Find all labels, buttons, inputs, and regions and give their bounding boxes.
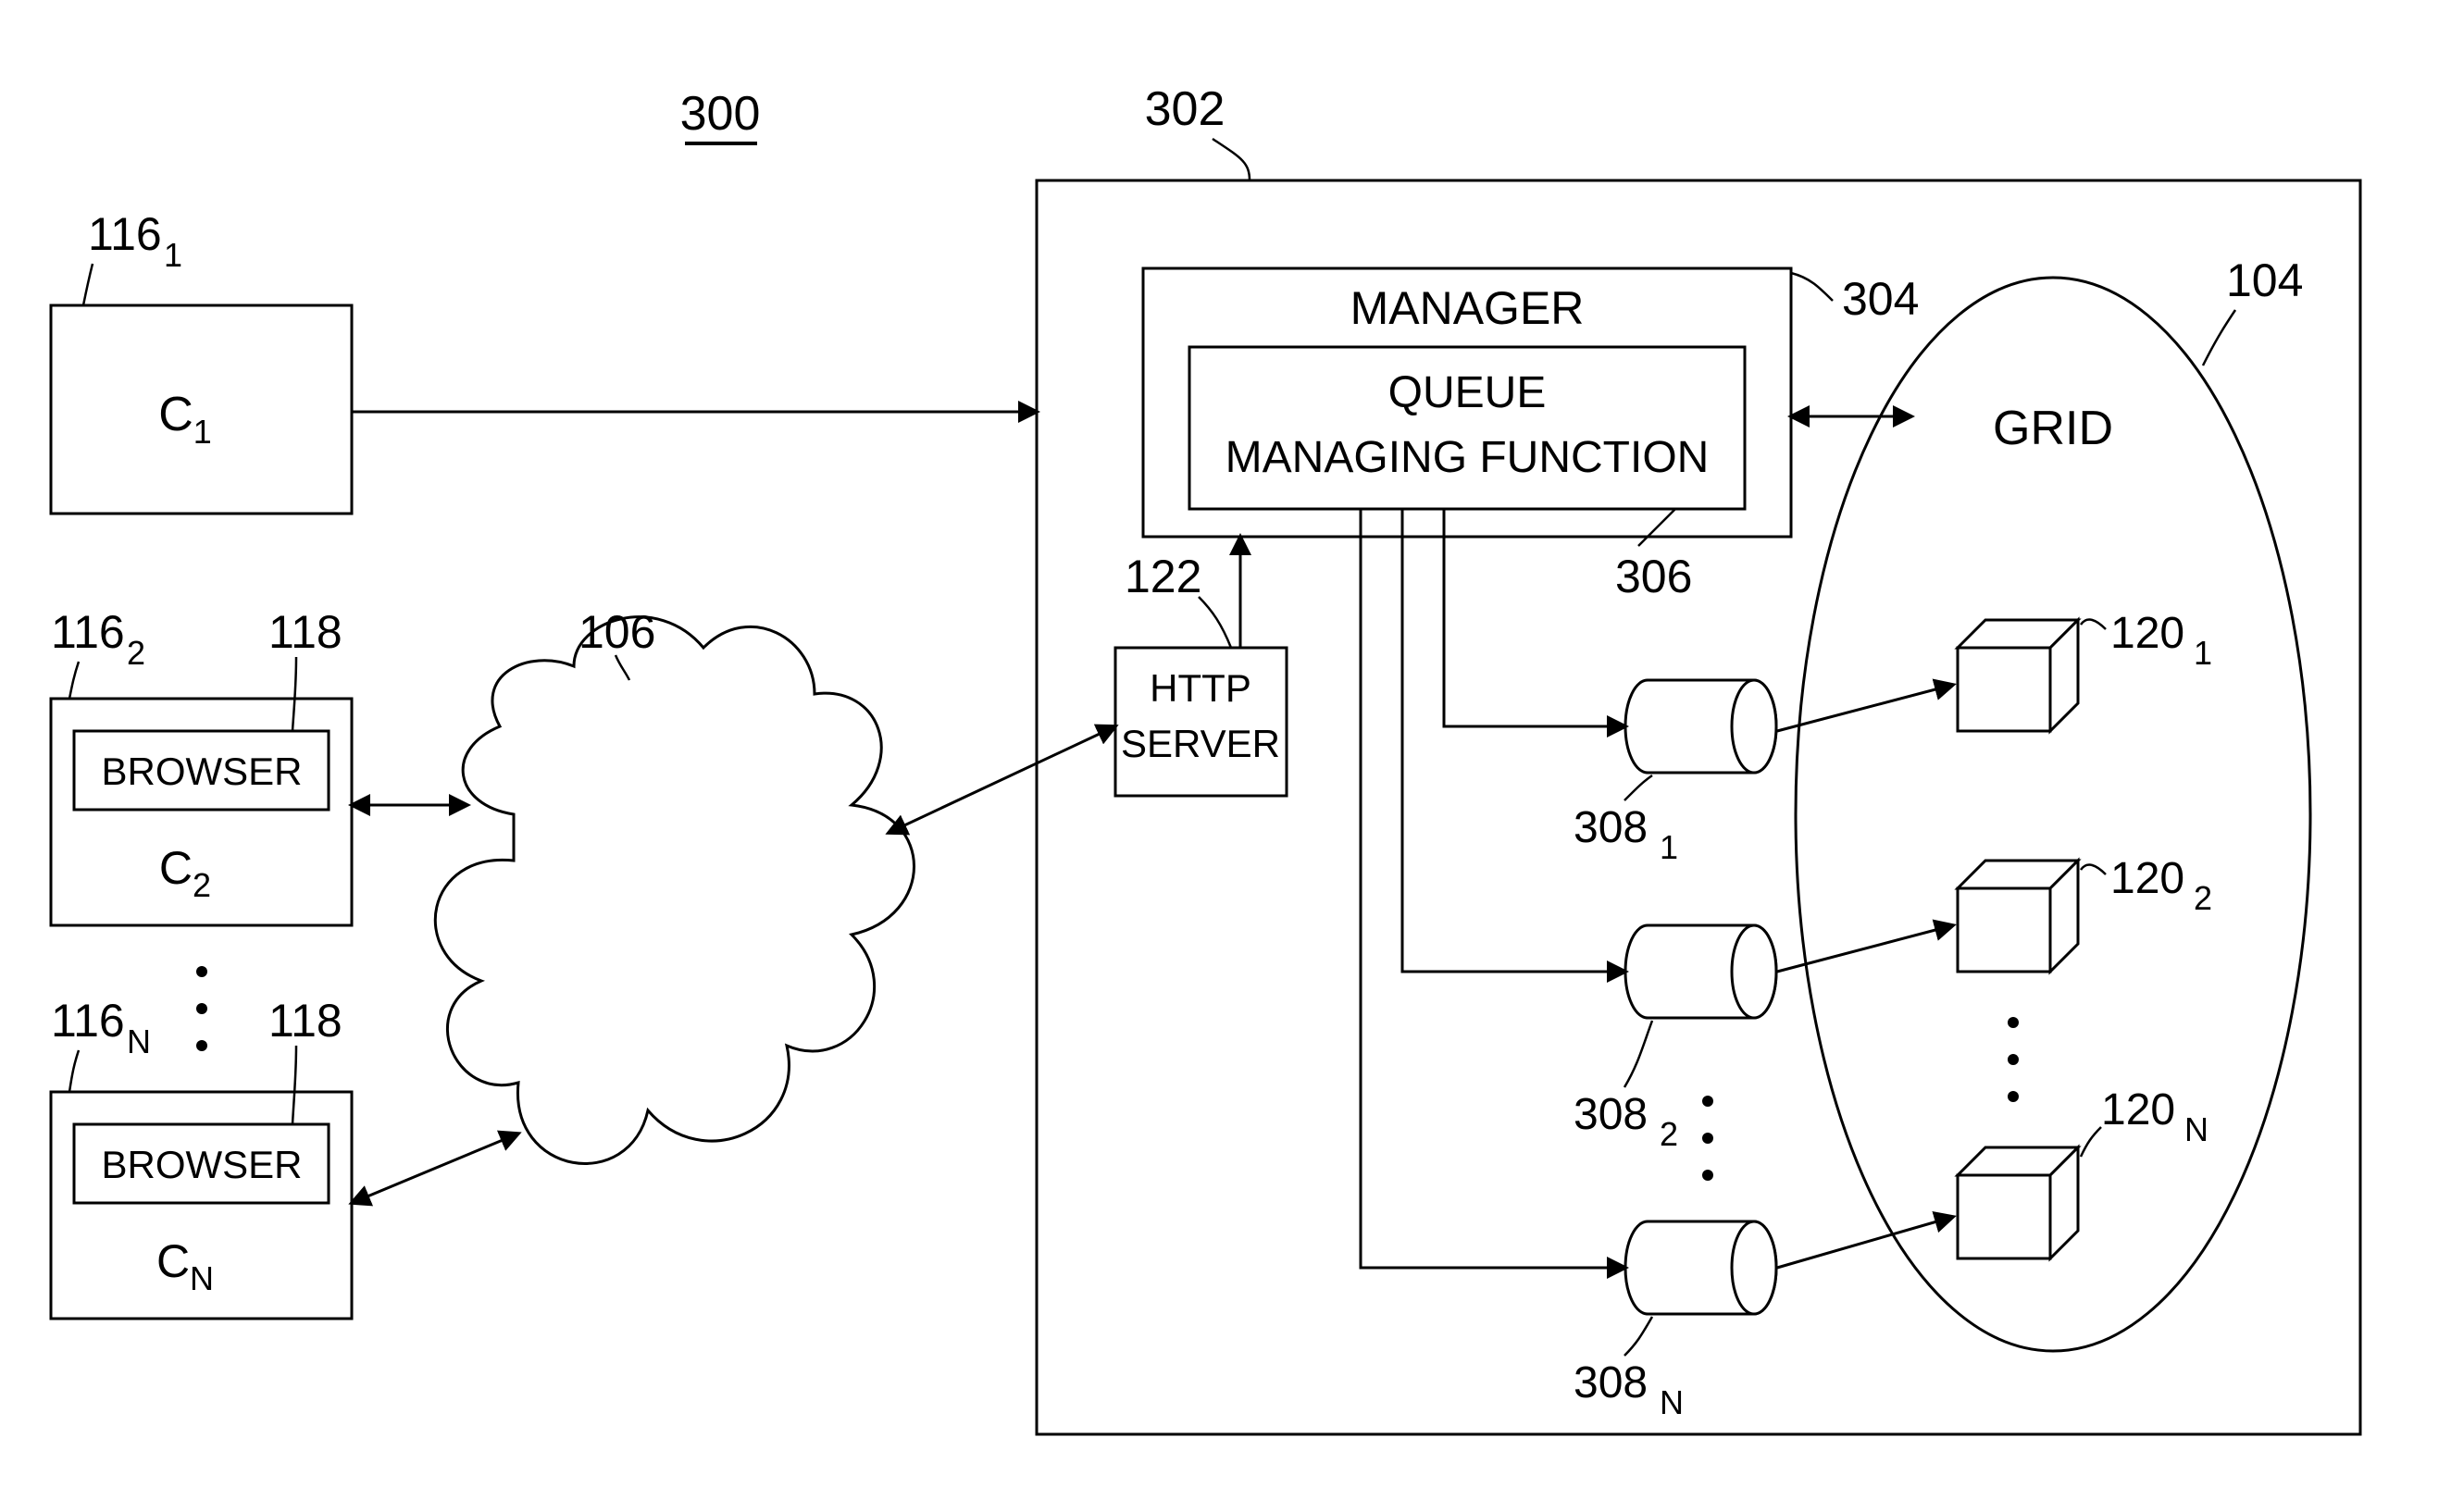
dots-icon (2008, 1054, 2019, 1065)
ref-308-2: 308 (1574, 1090, 1648, 1139)
ref-308-n: 308 (1574, 1358, 1648, 1407)
grid-label: GRID (1993, 402, 2113, 455)
lead-116-n (69, 1050, 79, 1092)
ref-308-2-sub: 2 (1660, 1115, 1678, 1153)
ref-308-n-sub: N (1660, 1383, 1684, 1421)
ref-120-2-sub: 2 (2194, 879, 2212, 917)
ref-120-1-sub: 1 (2194, 634, 2212, 672)
grid-node-2 (1958, 861, 2078, 972)
lead-116-1 (83, 264, 93, 305)
dots-icon (1702, 1096, 1713, 1107)
http-label-2: SERVER (1121, 722, 1280, 765)
lead-116-2 (69, 662, 79, 699)
ref-302: 302 (1145, 82, 1226, 136)
ref-308-1-sub: 1 (1660, 828, 1678, 866)
lead-302 (1213, 139, 1250, 180)
ref-116-2-sub: 2 (127, 634, 145, 672)
dots-icon (1702, 1170, 1713, 1181)
http-label-1: HTTP (1150, 666, 1251, 710)
grid-node-n (1958, 1147, 2078, 1258)
ref-308-1: 308 (1574, 803, 1648, 852)
dots-icon (2008, 1091, 2019, 1102)
client-c1-box (51, 305, 352, 514)
ref-116-1-sub: 1 (164, 236, 182, 274)
dots-icon (1702, 1133, 1713, 1144)
ref-120-2: 120 (2110, 854, 2184, 903)
ref-116-n: 116 (51, 995, 125, 1047)
db-n (1625, 1221, 1776, 1314)
grid-node-1 (1958, 620, 2078, 731)
ref-120-1: 120 (2110, 609, 2184, 658)
ref-122: 122 (1125, 551, 1201, 602)
ref-306: 306 (1615, 551, 1692, 602)
cloud-icon (435, 617, 914, 1164)
browser-cn-label: BROWSER (101, 1143, 302, 1186)
manager-label: MANAGER (1350, 282, 1585, 334)
qmf-label: MANAGING FUNCTION (1226, 433, 1710, 482)
ref-120-n-sub: N (2184, 1110, 2208, 1148)
dots-icon (2008, 1017, 2019, 1028)
ref-116-n-sub: N (127, 1022, 151, 1060)
ref-300: 300 (680, 87, 761, 141)
ref-106: 106 (579, 606, 655, 658)
dots-icon (196, 1003, 207, 1014)
ref-116-2: 116 (51, 606, 125, 658)
queue-label: QUEUE (1388, 368, 1547, 417)
ref-116-1: 116 (88, 208, 162, 260)
ref-104: 104 (2226, 254, 2303, 306)
ref-118-2: 118 (268, 606, 342, 658)
browser-c2-label: BROWSER (101, 750, 302, 793)
dots-icon (196, 1040, 207, 1051)
ref-304: 304 (1842, 273, 1919, 325)
ref-118-n: 118 (268, 995, 342, 1047)
dots-icon (196, 966, 207, 977)
db-2 (1625, 925, 1776, 1018)
arrow-cn-cloud (352, 1134, 518, 1203)
db-1 (1625, 680, 1776, 773)
ref-120-n: 120 (2101, 1085, 2175, 1134)
